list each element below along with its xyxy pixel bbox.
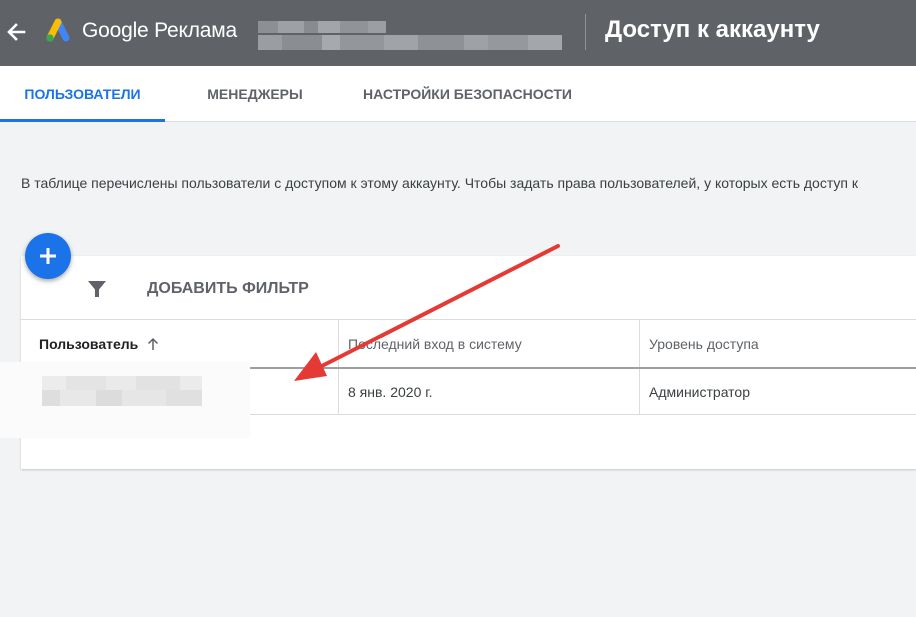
page-description: В таблице перечислены пользователи с дос…	[21, 175, 858, 191]
column-header-last-login[interactable]: Последний вход в систему	[348, 320, 638, 368]
cell-access-level[interactable]: Администратор	[649, 369, 909, 414]
tab-managers[interactable]: МЕНЕДЖЕРЫ	[165, 66, 345, 122]
arrow-back-icon[interactable]	[4, 17, 30, 47]
cell-user-email[interactable]	[0, 362, 250, 438]
arrow-upward-icon	[148, 337, 159, 350]
add-filter-button[interactable]: ДОБАВИТЬ ФИЛЬТР	[147, 280, 309, 298]
google-ads-logo-icon[interactable]	[44, 18, 72, 44]
column-header-access-level[interactable]: Уровень доступа	[649, 320, 909, 368]
column-label-user: Пользователь	[39, 336, 139, 352]
active-tab-indicator	[0, 119, 165, 122]
tab-users[interactable]: ПОЛЬЗОВАТЕЛИ	[0, 66, 165, 122]
product-name[interactable]: Google Реклама	[82, 19, 237, 43]
column-header-user[interactable]: Пользователь	[39, 320, 339, 368]
account-selector[interactable]	[258, 21, 570, 52]
add-user-button[interactable]	[25, 233, 71, 279]
page-title: Доступ к аккаунту	[605, 16, 820, 43]
header-divider	[585, 14, 586, 50]
app-header: Google Реклама Доступ к аккаунту	[0, 0, 916, 66]
tab-bar: ПОЛЬЗОВАТЕЛИ МЕНЕДЖЕРЫ НАСТРОЙКИ БЕЗОПАС…	[0, 66, 916, 122]
filter-bar: ДОБАВИТЬ ФИЛЬТР	[21, 256, 916, 320]
add-icon	[40, 248, 56, 264]
cell-last-login: 8 янв. 2020 г.	[348, 383, 433, 400]
filter-icon[interactable]	[88, 280, 106, 298]
tab-security-settings[interactable]: НАСТРОЙКИ БЕЗОПАСНОСТИ	[345, 66, 590, 122]
